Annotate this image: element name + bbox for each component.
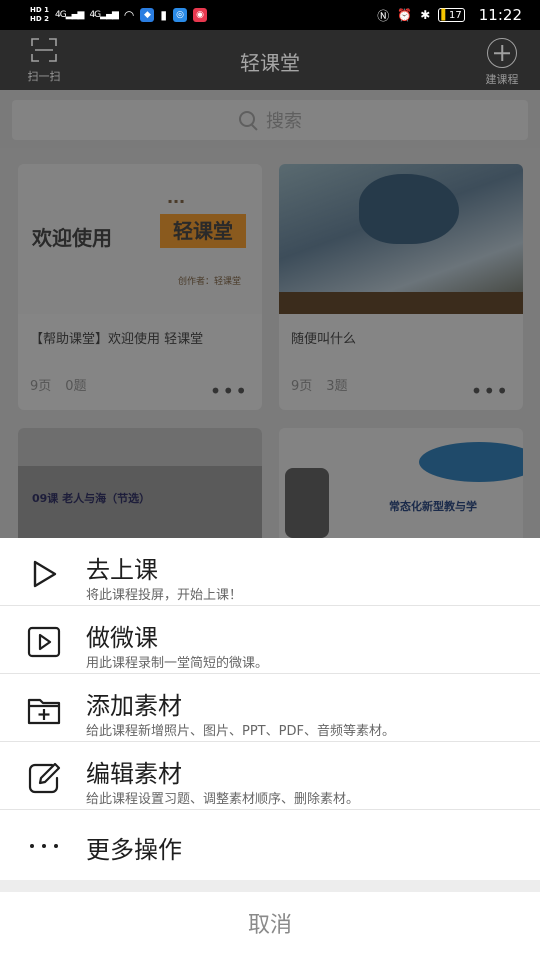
search-input[interactable]: 搜索 (12, 100, 528, 140)
thumb-brand-text: 轻课堂 (160, 214, 246, 248)
search-icon (238, 110, 258, 130)
create-course-button[interactable]: 建课程 (478, 38, 526, 87)
edit-icon (28, 762, 61, 794)
action-desc: 用此课程录制一堂简短的微课。 (86, 656, 269, 671)
hd2-label: HD 2 (30, 15, 49, 23)
edit-material-action[interactable]: 编辑素材 给此课程设置习题、调整素材顺序、删除素材。 (0, 742, 540, 810)
alarm-icon: ⏰ (397, 8, 413, 22)
sheet-divider (0, 880, 540, 892)
thumb-text: 常态化新型教与学 (389, 500, 477, 513)
course-title: 【帮助课堂】欢迎使用 轻课堂 (30, 332, 204, 347)
course-thumbnail: ▪ ▪ ▪ 欢迎使用 轻课堂 创作者：轻课堂 (18, 164, 262, 314)
course-thumbnail: 09课 老人与海（节选） (18, 428, 262, 538)
action-sheet: 去上课 将此课程投屏，开始上课！ 做微课 用此课程录制一堂简短的微课。 添加素材… (0, 538, 540, 960)
video-play-icon (27, 626, 61, 658)
action-title: 更多操作 (86, 836, 182, 864)
status-bar: HD 1 HD 2 4G▂▄▆ 4G▂▄▆ ◠ ◆ ▮ ◎ ◉ Ⓝ ⏰ ✱ ▌ 1… (0, 0, 540, 30)
signal2-label: 4G (89, 10, 101, 20)
page-title: 轻课堂 (240, 51, 300, 75)
action-title: 去上课 (86, 556, 158, 584)
course-card[interactable]: 常态化新型教与学 (279, 428, 523, 538)
course-questions: 0题 (65, 379, 87, 394)
thumb-phone-shape (285, 468, 329, 538)
course-pages: 9页 (291, 379, 313, 394)
more-actions-action[interactable]: 更多操作 (0, 810, 540, 880)
course-card[interactable]: ▪ ▪ ▪ 欢迎使用 轻课堂 创作者：轻课堂 【帮助课堂】欢迎使用 轻课堂 9页… (18, 164, 262, 410)
cancel-button[interactable]: 取消 (0, 892, 540, 960)
thumb-author-text: 创作者：轻课堂 (178, 277, 242, 287)
course-thumbnail: 常态化新型教与学 (279, 428, 523, 538)
battery-icon: ▌ 17 (438, 8, 465, 22)
nav-bar: 扫一扫 轻课堂 建课程 (0, 30, 540, 90)
action-desc: 将此课程投屏，开始上课！ (86, 588, 243, 603)
more-options-icon[interactable]: ••• (471, 381, 509, 401)
search-placeholder: 搜索 (266, 111, 302, 132)
start-class-action[interactable]: 去上课 将此课程投屏，开始上课！ (0, 538, 540, 606)
signal1-label: 4G (54, 10, 67, 20)
battery-level: 17 (449, 9, 462, 21)
plus-circle-icon (487, 38, 517, 68)
store-app-icon: ◉ (193, 8, 208, 22)
action-title: 做微课 (86, 624, 158, 652)
folder-add-icon (27, 698, 61, 725)
course-meta: 9页 3题 (291, 375, 348, 394)
action-desc: 给此课程设置习题、调整素材顺序、删除素材。 (86, 792, 360, 807)
hd1-label: HD 1 (30, 6, 49, 14)
signal-icon: 4G▂▄▆ (89, 10, 118, 20)
course-title: 随便叫什么 (291, 332, 357, 347)
course-card[interactable]: 09课 老人与海（节选） (18, 428, 262, 538)
thumb-hud-shape (279, 292, 523, 314)
course-pages: 9页 (30, 379, 52, 394)
hd-indicator: HD 1 HD 2 (30, 6, 49, 24)
action-desc: 给此课程新增照片、图片、PPT、PDF、音频等素材。 (86, 724, 395, 739)
signal-icon: 4G▂▄▆ (54, 10, 84, 20)
search-app-icon: ◎ (173, 8, 188, 22)
play-icon (33, 560, 57, 588)
action-title: 编辑素材 (86, 760, 182, 788)
thumb-shape (419, 442, 523, 482)
wifi-icon: ◠ (123, 8, 135, 22)
nfc-icon: Ⓝ (377, 8, 390, 23)
alert-icon: ▮ (160, 8, 168, 22)
bluetooth-icon: ✱ (420, 8, 431, 22)
create-course-label: 建课程 (485, 73, 519, 86)
search-bar: 搜索 (0, 90, 540, 148)
more-icon (30, 844, 58, 848)
thumb-decoration: ▪ ▪ ▪ (168, 198, 185, 205)
thumb-lake-shape (359, 174, 459, 244)
course-thumbnail (279, 164, 523, 314)
clock: 11:22 (478, 6, 522, 24)
thumb-main-text: 欢迎使用 (32, 226, 112, 250)
course-meta: 9页 0题 (30, 375, 87, 394)
more-options-icon[interactable]: ••• (210, 381, 248, 401)
course-grid: ▪ ▪ ▪ 欢迎使用 轻课堂 创作者：轻课堂 【帮助课堂】欢迎使用 轻课堂 9页… (0, 148, 540, 538)
micro-lesson-action[interactable]: 做微课 用此课程录制一堂简短的微课。 (0, 606, 540, 674)
thumb-text: 09课 老人与海（节选） (32, 492, 151, 505)
shield-app-icon: ◆ (140, 8, 155, 22)
action-title: 添加素材 (86, 692, 182, 720)
add-material-action[interactable]: 添加素材 给此课程新增照片、图片、PPT、PDF、音频等素材。 (0, 674, 540, 742)
course-card[interactable]: 随便叫什么 9页 3题 ••• (279, 164, 523, 410)
course-questions: 3题 (326, 379, 348, 394)
